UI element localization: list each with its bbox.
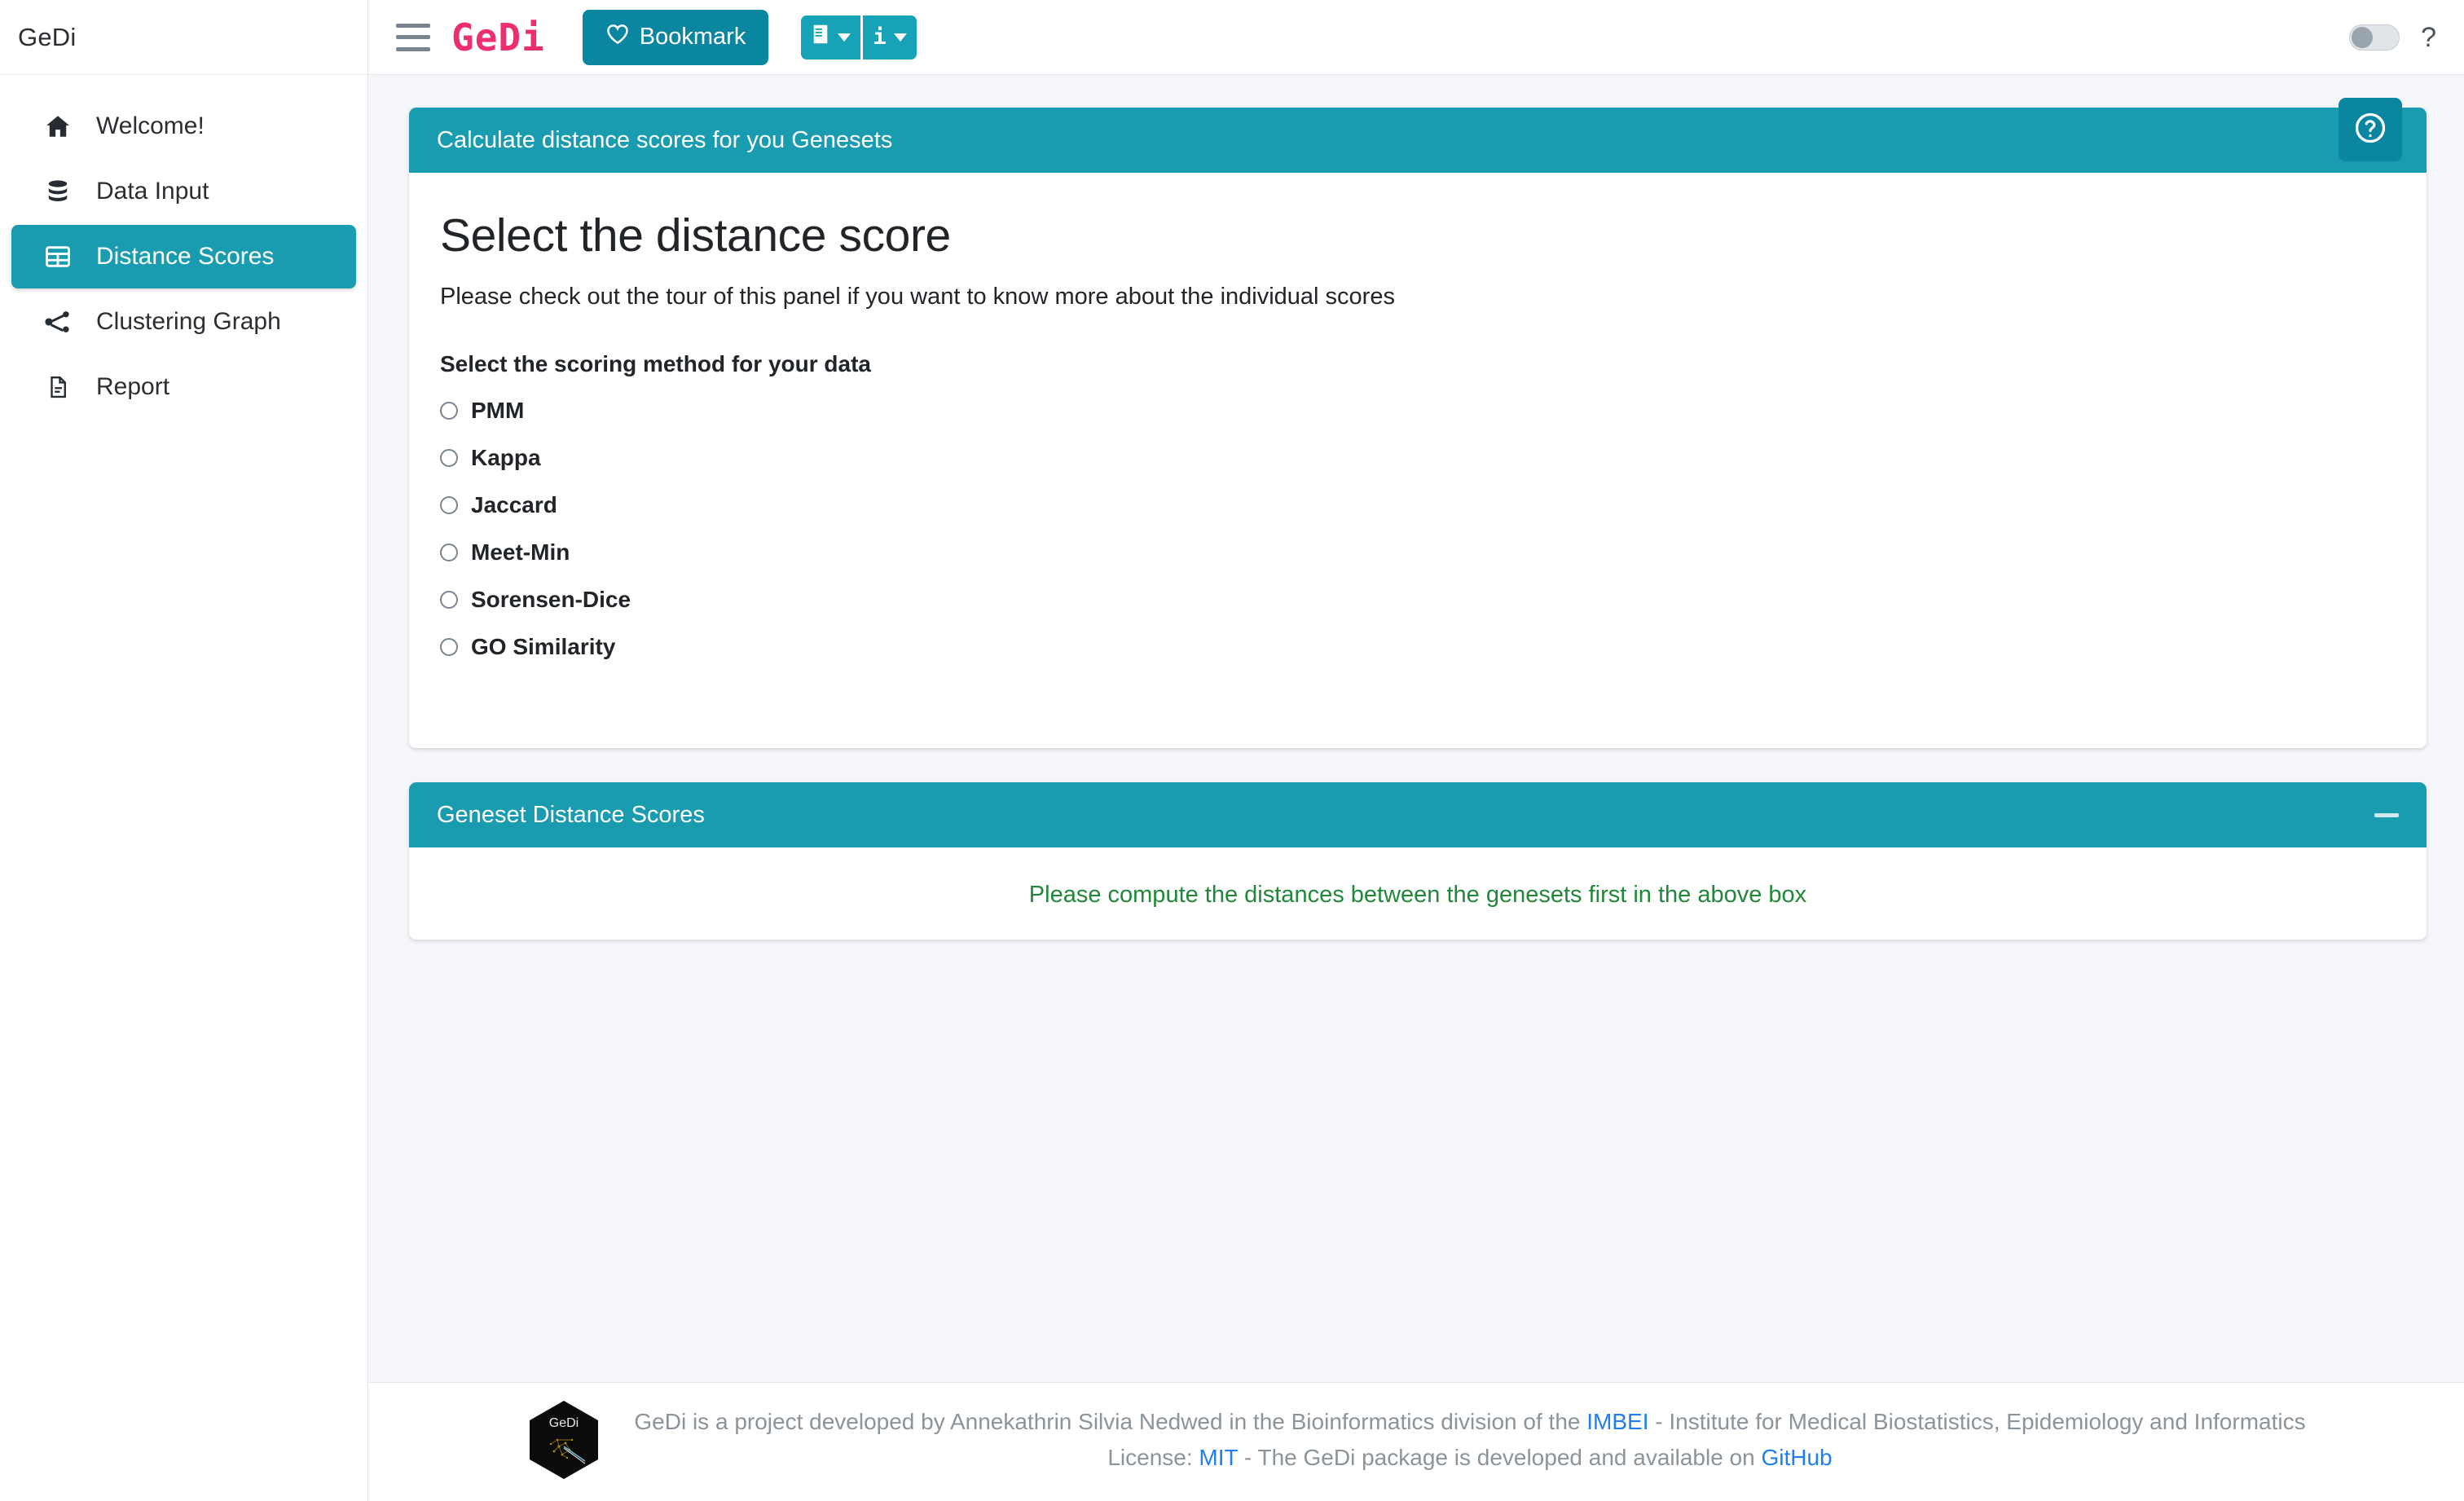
app-root: GeDi Welcome! Data Input Distance Scores… [0,0,2464,1501]
sidebar-item-label: Data Input [96,178,209,205]
mit-license-link[interactable]: MIT [1199,1445,1238,1470]
database-icon [41,178,75,205]
radio-option-jaccard[interactable]: Jaccard [440,482,2396,529]
sidebar-item-welcome[interactable]: Welcome! [11,95,356,158]
svg-text:GeDi: GeDi [549,1416,579,1430]
footer-line1-part1: GeDi is a project developed by Annekathr… [634,1409,1587,1435]
radio-button[interactable] [440,402,458,420]
panel-subtitle: Please check out the tour of this panel … [440,284,1395,310]
sidebar-brand: GeDi [0,0,367,75]
sidebar-item-distance-scores[interactable]: Distance Scores [11,225,356,288]
radio-button[interactable] [440,638,458,656]
footer-line-1: GeDi is a project developed by Annekathr… [634,1404,2305,1439]
radio-option-pmm[interactable]: PMM [440,387,2396,434]
sidebar-menu: Welcome! Data Input Distance Scores Clus… [0,75,367,420]
tour-help-button[interactable] [2339,98,2402,161]
radio-option-sorensen-dice[interactable]: Sorensen-Dice [440,576,2396,623]
scoring-method-radio-group: PMM Kappa Jaccard Meet-Min Sorensen-Dice… [440,387,2396,671]
sidebar-item-label: Report [96,373,170,400]
chevron-down-icon [838,33,851,42]
dark-mode-toggle[interactable] [2349,24,2400,51]
sidebar-item-label: Clustering Graph [96,308,281,335]
gedi-hex-logo: GeDi [526,1399,601,1481]
radio-label: Jaccard [471,492,557,517]
distance-score-panel-header: Calculate distance scores for you Genese… [409,108,2427,173]
radio-option-go-similarity[interactable]: GO Similarity [440,623,2396,671]
radio-button[interactable] [440,544,458,561]
main-column: GeDi Bookmark i ? Calculate distance sco… [368,0,2464,1501]
info-icon: i [873,24,887,50]
toggle-knob [2352,26,2374,48]
info-dropdown-button[interactable]: i [863,15,917,59]
page-title: Select the distance score [440,209,951,262]
footer-line2-part2: - The GeDi package is developed and avai… [1238,1444,1762,1470]
content-area: Calculate distance scores for you Genese… [368,75,2464,1382]
navbar-right-controls: ? [2349,24,2436,51]
navbar-brand[interactable]: GeDi [451,15,545,59]
sidebar-item-label: Welcome! [96,112,205,139]
distance-score-panel: Calculate distance scores for you Genese… [409,108,2427,748]
radio-label: PMM [471,398,525,423]
minus-icon [2374,812,2399,817]
imbei-link[interactable]: IMBEI [1586,1409,1648,1434]
github-link[interactable]: GitHub [1761,1445,1832,1470]
book-dropdown-button[interactable] [801,15,861,59]
navbar: GeDi Bookmark i ? [368,0,2464,75]
radio-label: Kappa [471,445,541,470]
bookmark-label: Bookmark [639,24,746,50]
table-icon [41,243,75,271]
footer-line1-part2: - Institute for Medical Biostatistics, E… [1648,1409,2306,1435]
panel-header-title: Calculate distance scores for you Genese… [437,126,893,153]
home-icon [41,112,75,140]
navbar-dropdown-group: i [801,15,917,59]
sidebar-item-label: Distance Scores [96,243,275,270]
bookmark-button[interactable]: Bookmark [582,9,769,65]
radio-option-meet-min[interactable]: Meet-Min [440,529,2396,576]
share-icon [41,308,75,336]
sidebar-item-report[interactable]: Report [11,355,356,419]
radio-label: Meet-Min [471,539,570,565]
help-question-icon[interactable]: ? [2421,24,2436,51]
book-icon [811,24,830,51]
radio-button[interactable] [440,496,458,514]
hamburger-icon[interactable] [396,23,430,51]
panel-header-title: Geneset Distance Scores [437,801,705,828]
sidebar-item-data-input[interactable]: Data Input [11,160,356,223]
geneset-distance-scores-panel-body: Please compute the distances between the… [409,847,2427,940]
question-circle-icon [2352,110,2388,150]
geneset-distance-scores-panel: Geneset Distance Scores Please compute t… [409,782,2427,940]
geneset-distance-scores-panel-header: Geneset Distance Scores [409,782,2427,847]
radio-label: Sorensen-Dice [471,587,631,612]
heart-icon [605,23,630,52]
footer-line2-part1: License: [1107,1444,1199,1470]
sidebar: GeDi Welcome! Data Input Distance Scores… [0,0,368,1501]
document-icon [41,373,75,401]
scoring-method-label: Select the scoring method for your data [440,351,871,376]
footer: GeDi GeDi is a project developed by Anne [368,1382,2464,1501]
chevron-down-icon [893,33,907,42]
radio-button[interactable] [440,449,458,467]
distance-score-panel-body: Select the distance score Please check o… [409,173,2427,748]
radio-option-kappa[interactable]: Kappa [440,434,2396,482]
radio-label: GO Similarity [471,634,616,659]
sidebar-item-clustering-graph[interactable]: Clustering Graph [11,290,356,354]
footer-text: GeDi is a project developed by Annekathr… [634,1404,2305,1475]
footer-line-2: License: MIT - The GeDi package is devel… [634,1440,2305,1475]
radio-button[interactable] [440,591,458,609]
collapse-button[interactable] [2374,812,2399,817]
compute-distances-message: Please compute the distances between the… [1028,882,1807,908]
